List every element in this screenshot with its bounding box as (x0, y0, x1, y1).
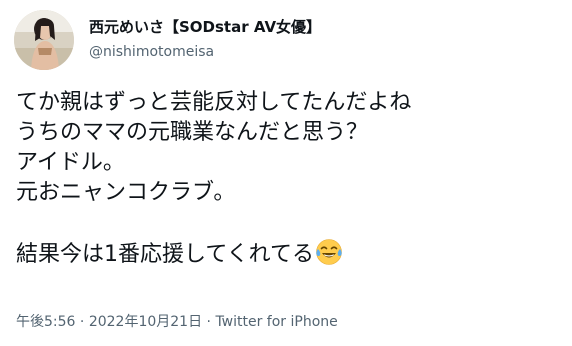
tweet-line: 元おニャンコクラブ。 (16, 180, 236, 205)
author-handle[interactable]: @nishimotomeisa (89, 43, 214, 61)
author-display-name[interactable]: 西元めいさ【SODstar AV女優】 (89, 17, 321, 37)
tweet-card: 西元めいさ【SODstar AV女優】 @nishimotomeisa てか親は… (0, 0, 572, 346)
tweet-line: アイドル。 (16, 150, 125, 175)
tweet-source[interactable]: Twitter for iPhone (215, 314, 337, 330)
tweet-date[interactable]: 2022年10月21日 (89, 314, 202, 330)
tweet-line-last: 結果今は1番応援してくれてる (16, 238, 561, 268)
avatar-photo-icon (14, 10, 74, 70)
tweet-time[interactable]: 午後5:56 (16, 314, 75, 330)
avatar[interactable] (14, 10, 74, 70)
tweet-metadata: 午後5:56 · 2022年10月21日 · Twitter for iPhon… (16, 312, 338, 332)
tweet-line: てか親はずっと芸能反対してたんだよね (16, 90, 412, 115)
tweet-line: 結果今は1番応援してくれてる (16, 242, 315, 267)
meta-separator: · (75, 314, 89, 330)
tweet-line: うちのママの元職業なんだと思う？ (16, 120, 369, 145)
meta-separator: · (202, 314, 216, 330)
face-with-tears-of-joy-icon (315, 238, 343, 266)
tweet-text: てか親はずっと芸能反対してたんだよね うちのママの元職業なんだと思う？ アイドル… (16, 88, 561, 268)
